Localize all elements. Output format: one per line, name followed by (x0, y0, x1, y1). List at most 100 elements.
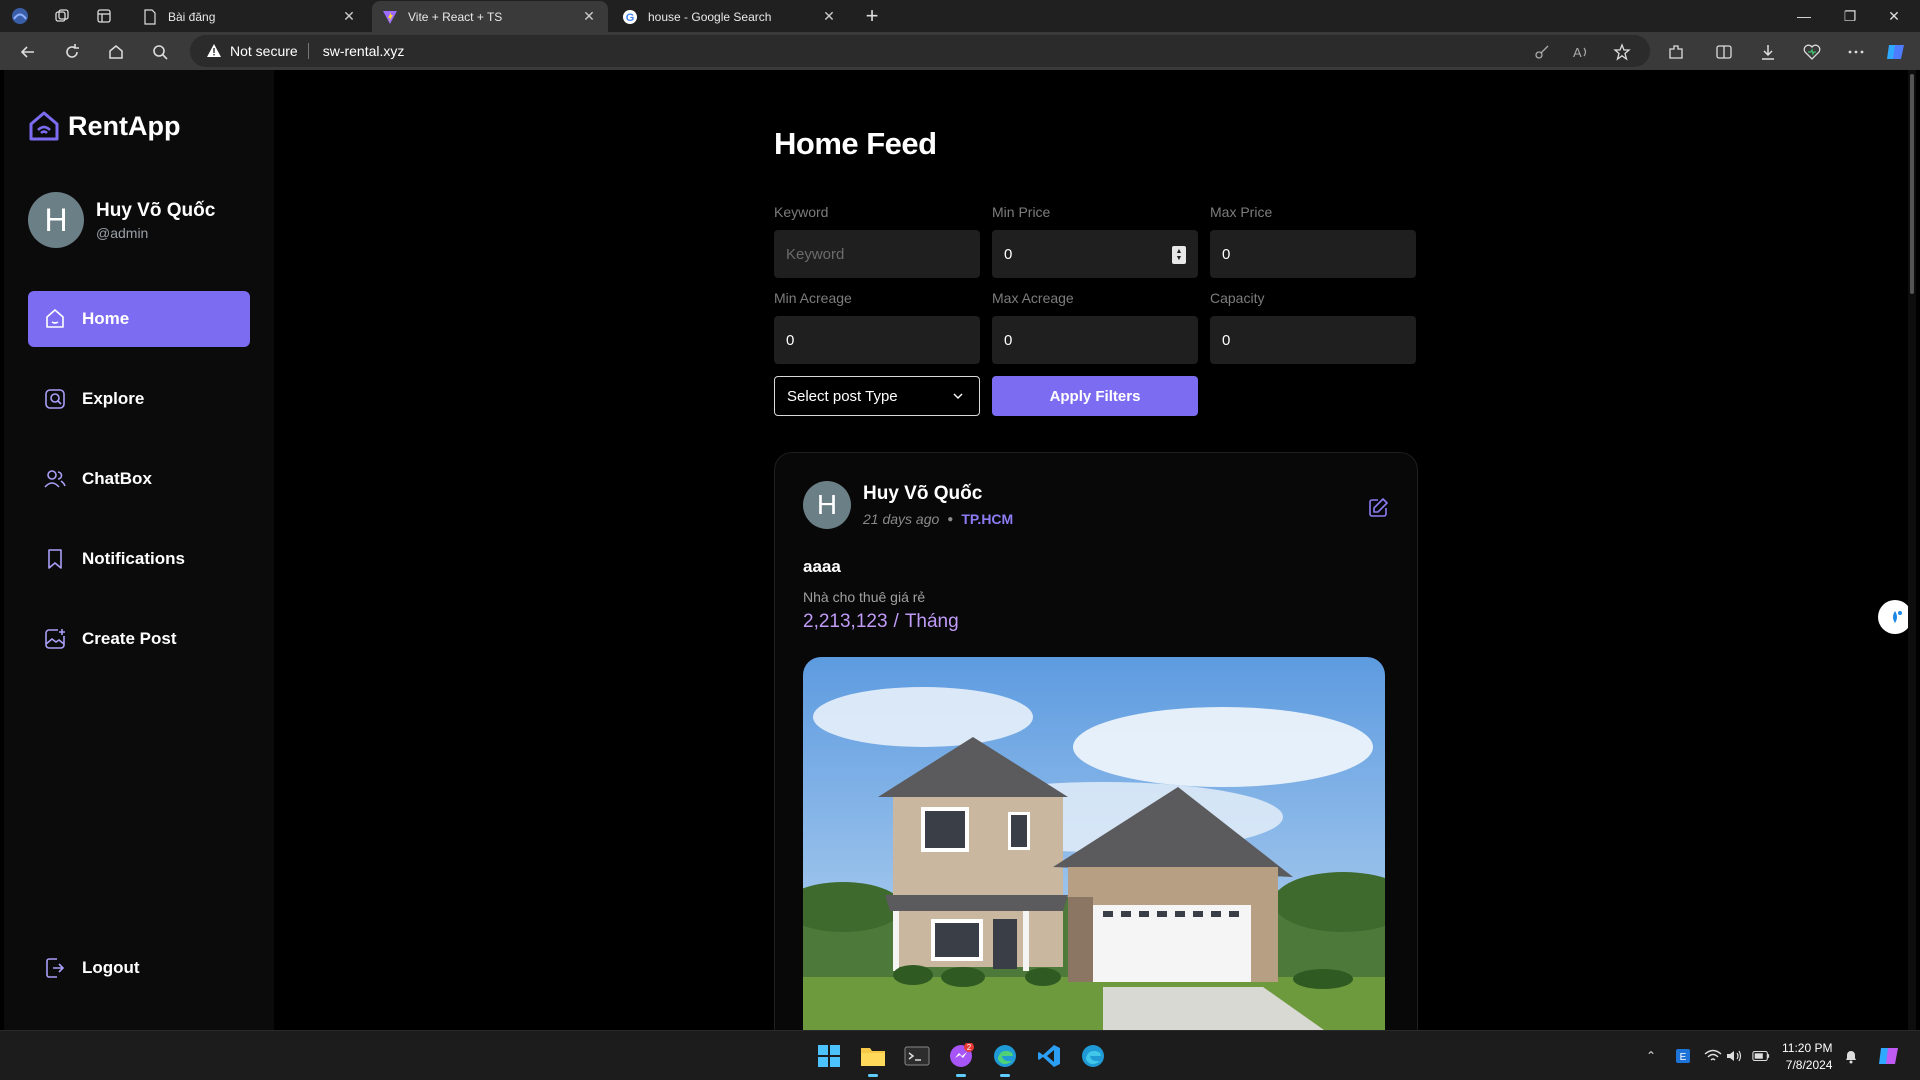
back-icon[interactable] (16, 40, 40, 64)
battery-icon[interactable] (1752, 1047, 1770, 1065)
address-bar[interactable]: Not secure sw-rental.xyz (190, 35, 1650, 67)
refresh-icon[interactable] (60, 40, 84, 64)
sidebar-item-create-post[interactable]: Create Post (28, 611, 250, 667)
sidebar-item-label: Home (82, 309, 130, 328)
house-photo[interactable] (803, 657, 1385, 1030)
minimize-icon[interactable]: — (1784, 4, 1824, 28)
tab-title: Bài đăng (168, 9, 216, 24)
wifi-icon[interactable] (1704, 1047, 1722, 1065)
apply-filters-button[interactable]: Apply Filters (992, 376, 1198, 416)
key-icon[interactable] (1530, 40, 1554, 64)
browser-tab-bar: Bài đăng ✕ Vite + React + TS ✕ G house -… (0, 0, 1920, 32)
sidebar-item-label: Create Post (82, 629, 177, 648)
app-logo[interactable]: RentApp (28, 110, 180, 142)
post-meta: 21 days ago ● TP.HCM (863, 511, 1013, 527)
edit-icon[interactable] (1367, 497, 1389, 519)
divider (307, 43, 309, 59)
tab-title: house - Google Search (648, 9, 772, 24)
edge-icon[interactable] (988, 1039, 1022, 1077)
terminal-icon[interactable] (900, 1039, 934, 1073)
sidebar-item-explore[interactable]: Explore (28, 371, 250, 427)
post-type-select[interactable]: Select post Type (774, 376, 980, 416)
profile-icon[interactable] (10, 6, 30, 26)
svg-text:A: A (1573, 45, 1582, 60)
min-price-label: Min Price (992, 204, 1051, 220)
input-indicator-icon[interactable]: E (1674, 1047, 1692, 1065)
tab-vite-react[interactable]: Vite + React + TS ✕ (372, 1, 608, 32)
warning-icon (207, 44, 221, 57)
url-text[interactable]: sw-rental.xyz (323, 43, 405, 59)
clock-date: 7/8/2024 (1785, 1058, 1833, 1072)
volume-icon[interactable] (1726, 1047, 1744, 1065)
close-tab-icon[interactable]: ✕ (820, 8, 838, 26)
system-clock[interactable]: 11:20 PM 7/8/2024 (1782, 1040, 1832, 1074)
security-label[interactable]: Not secure (230, 43, 298, 59)
read-aloud-icon[interactable]: A (1570, 40, 1594, 64)
logout-button[interactable]: Logout (28, 940, 250, 996)
scrollbar-thumb[interactable] (1910, 74, 1914, 294)
min-acreage-input[interactable]: 0 (774, 316, 980, 364)
tab-bai-dang[interactable]: Bài đăng ✕ (132, 1, 368, 32)
post-author[interactable]: Huy Võ Quốc (863, 483, 982, 505)
min-price-value: 0 (1004, 245, 1013, 263)
tray-overflow-icon[interactable]: ⌃ (1642, 1047, 1660, 1065)
users-icon (42, 466, 68, 492)
min-price-input[interactable]: 0 ▲ ▼ (992, 230, 1198, 278)
keyword-input[interactable]: Keyword (774, 230, 980, 278)
svg-text:G: G (626, 12, 635, 24)
sidebar-item-home[interactable]: Home (28, 291, 250, 347)
max-price-label: Max Price (1210, 204, 1273, 220)
close-window-icon[interactable]: ✕ (1874, 4, 1914, 28)
sidebar-assistant-icon[interactable] (1878, 600, 1912, 634)
tab-title: Vite + React + TS (408, 9, 503, 24)
sidebar-item-label: ChatBox (82, 469, 152, 488)
sidebar-item-chatbox[interactable]: ChatBox (28, 451, 250, 507)
copilot-taskbar-icon[interactable] (1876, 1043, 1902, 1069)
messenger-icon[interactable]: 2 (944, 1039, 978, 1077)
file-explorer-icon[interactable] (856, 1039, 890, 1077)
post-location[interactable]: TP.HCM (961, 511, 1013, 527)
min-acreage-label: Min Acreage (774, 290, 852, 306)
new-tab-button[interactable]: + (860, 3, 884, 28)
workspaces-icon[interactable] (52, 6, 72, 26)
browser-essentials-icon[interactable] (1800, 40, 1824, 64)
more-options-icon[interactable] (1844, 40, 1868, 64)
capacity-input[interactable]: 0 (1210, 316, 1416, 364)
windows-start-icon[interactable] (812, 1039, 846, 1073)
download-icon[interactable] (1756, 40, 1780, 64)
post-card[interactable]: H Huy Võ Quốc 21 days ago ● TP.HCM aaaa … (774, 452, 1418, 1030)
price-separator: / (893, 611, 899, 632)
page-scrollbar[interactable] (1908, 70, 1916, 1030)
vertical-tabs-icon[interactable] (94, 6, 114, 26)
home-icon (42, 306, 68, 332)
notification-bell-icon[interactable] (1842, 1047, 1860, 1065)
max-acreage-input[interactable]: 0 (992, 316, 1198, 364)
sidebar-item-label: Explore (82, 389, 145, 408)
split-screen-icon[interactable] (1712, 40, 1736, 64)
max-price-input[interactable]: 0 (1210, 230, 1416, 278)
restore-icon[interactable]: ❐ (1830, 4, 1870, 28)
extensions-icon[interactable] (1664, 40, 1688, 64)
edge-dev-icon[interactable] (1076, 1039, 1110, 1073)
page-title: Home Feed (774, 126, 937, 161)
sidebar-item-notifications[interactable]: Notifications (28, 531, 250, 587)
avatar[interactable]: H (803, 481, 851, 529)
number-stepper[interactable]: ▲ ▼ (1172, 246, 1186, 264)
home-browser-icon[interactable] (104, 40, 128, 64)
clock-time: 11:20 PM (1782, 1041, 1833, 1055)
dot-separator: ● (947, 513, 954, 525)
explore-icon (42, 386, 68, 412)
user-profile[interactable]: H Huy Võ Quốc @admin (28, 192, 215, 248)
capacity-label: Capacity (1210, 290, 1265, 306)
page-icon (142, 8, 158, 25)
post-title[interactable]: aaaa (803, 557, 841, 577)
max-acreage-label: Max Acreage (992, 290, 1074, 306)
vscode-icon[interactable] (1032, 1039, 1066, 1073)
copilot-icon[interactable] (1884, 40, 1908, 64)
favorite-star-icon[interactable] (1610, 40, 1634, 64)
search-icon[interactable] (148, 40, 172, 64)
user-handle: @admin (96, 224, 149, 241)
close-tab-icon[interactable]: ✕ (340, 8, 358, 26)
close-tab-icon[interactable]: ✕ (580, 8, 598, 26)
tab-google-search[interactable]: G house - Google Search ✕ (612, 1, 848, 32)
